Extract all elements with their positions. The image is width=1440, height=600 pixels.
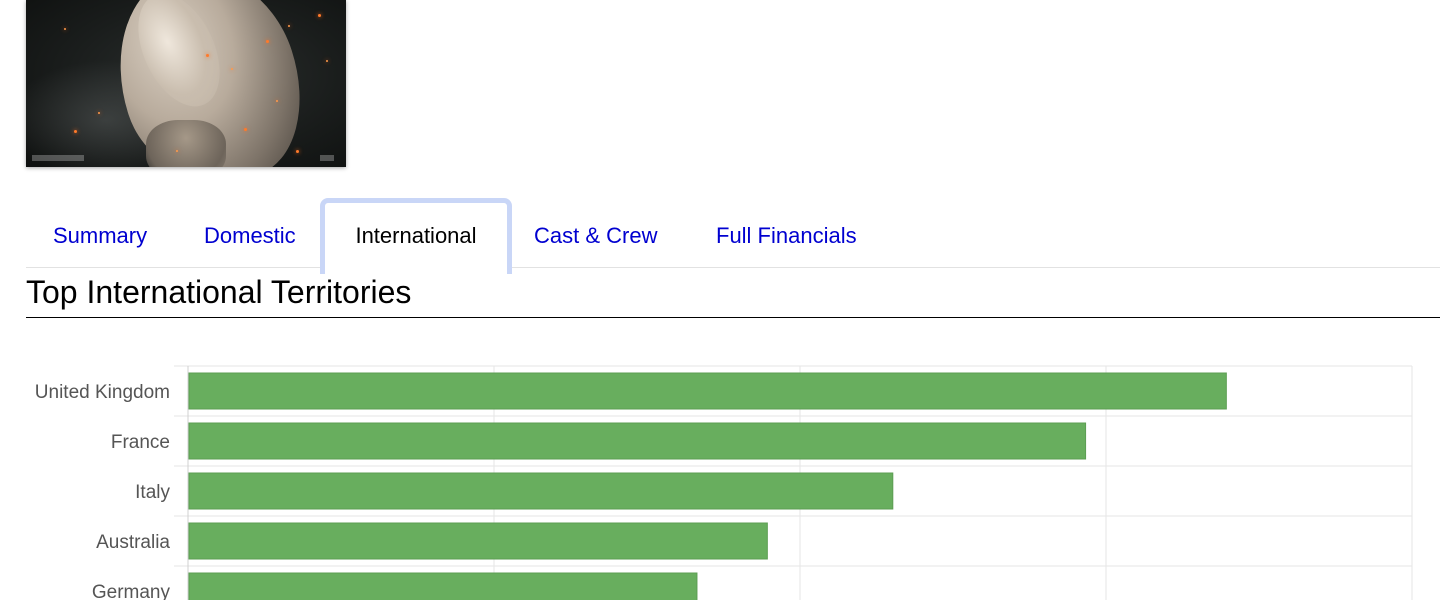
tab-cast-crew[interactable]: Cast & Crew bbox=[534, 220, 657, 252]
category-label: Australia bbox=[96, 532, 170, 553]
section-divider bbox=[26, 317, 1440, 318]
tab-summary[interactable]: Summary bbox=[53, 220, 147, 252]
category-label: United Kingdom bbox=[35, 382, 170, 403]
tab-bar: Summary Domestic International Cast & Cr… bbox=[26, 198, 1440, 274]
section-title: Top International Territories bbox=[26, 274, 412, 310]
category-label: Italy bbox=[135, 482, 170, 503]
bar bbox=[188, 372, 1227, 410]
bar bbox=[188, 572, 698, 600]
bar bbox=[188, 472, 894, 510]
page: Summary Domestic International Cast & Cr… bbox=[0, 0, 1440, 600]
tab-domestic[interactable]: Domestic bbox=[204, 220, 296, 252]
tab-full-financials[interactable]: Full Financials bbox=[716, 220, 857, 252]
category-label: France bbox=[111, 432, 170, 453]
bar bbox=[188, 522, 768, 560]
category-label: Germany bbox=[92, 582, 171, 600]
territories-bar-chart: United Kingdom France Italy Australia German… bbox=[35, 365, 1413, 600]
tab-international[interactable]: International bbox=[320, 198, 512, 274]
movie-poster-image bbox=[26, 0, 346, 167]
bar bbox=[188, 422, 1087, 460]
